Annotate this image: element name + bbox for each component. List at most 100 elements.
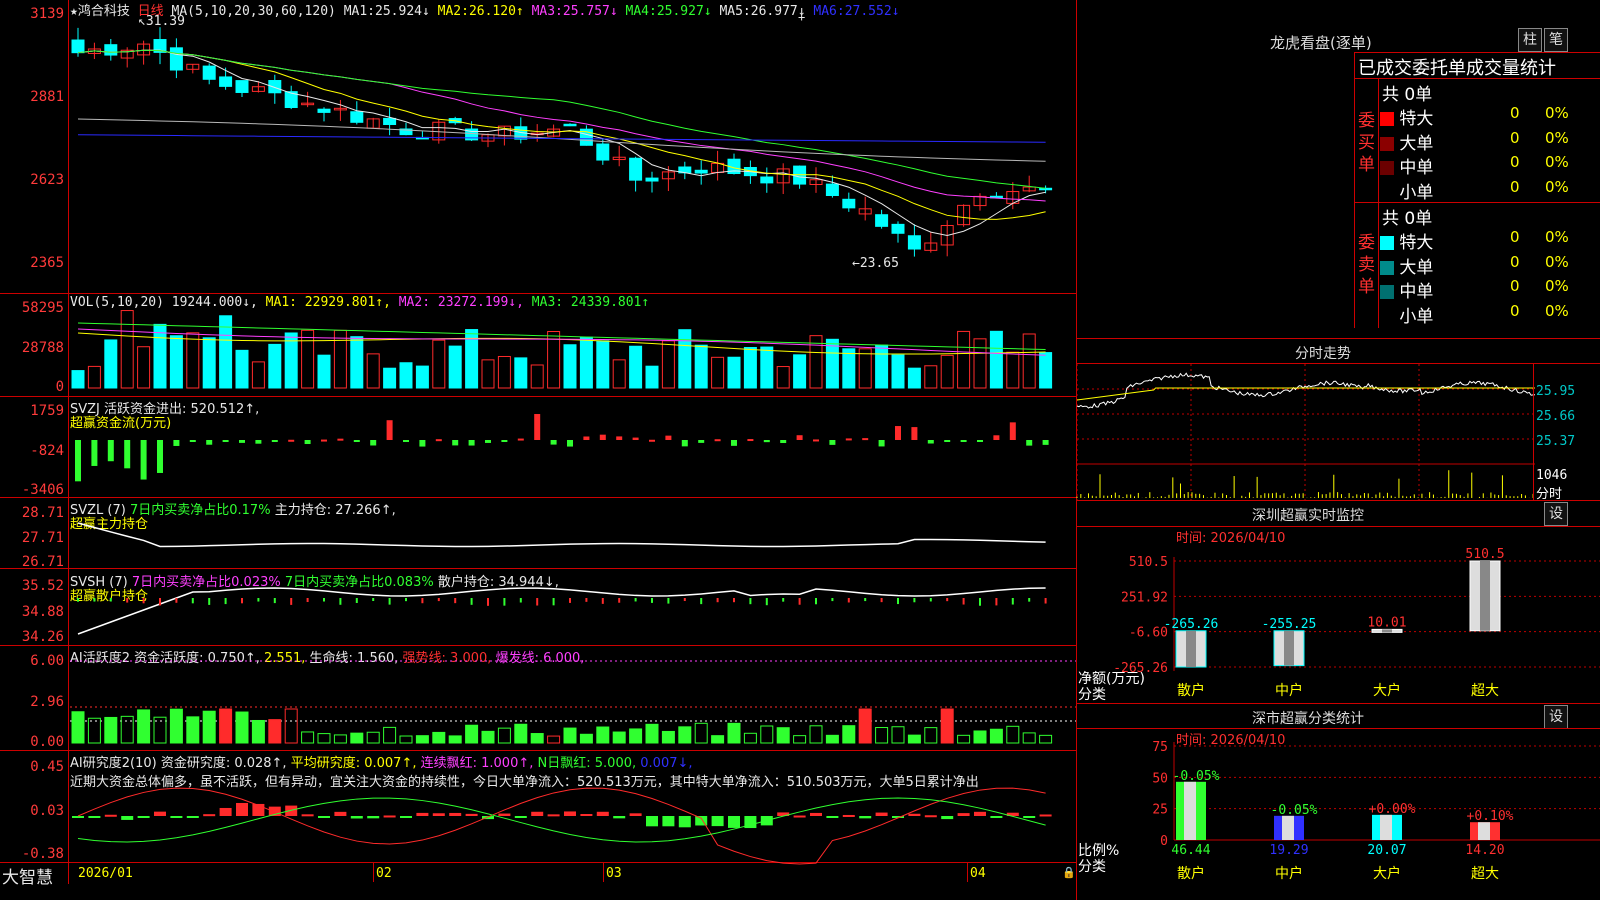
fenshi-vol-tick: 1046: [1536, 468, 1568, 483]
ai-activity-chart[interactable]: [0, 645, 1076, 750]
flow-bar: [763, 440, 770, 443]
class-settings-button[interactable]: 设: [1544, 705, 1568, 729]
volume-bar: [317, 354, 331, 389]
retail-position-line: [77, 587, 1046, 635]
activity-bar: [940, 708, 954, 744]
research-bar: [498, 813, 511, 816]
flow-bar: [649, 439, 655, 442]
volume-bar: [940, 354, 954, 389]
activity-bar: [579, 733, 593, 744]
activity-bar: [793, 735, 807, 744]
activity-bar: [481, 730, 495, 744]
candle-body: [825, 183, 839, 197]
activity-bar: [186, 716, 200, 744]
panel-divider: [1076, 500, 1600, 501]
flow-bar: [304, 440, 311, 445]
retail-tick: [241, 598, 243, 604]
x-tick: [603, 862, 604, 882]
class-change-label: +0.00%: [1369, 802, 1416, 817]
x-label: 02: [376, 866, 392, 881]
volume-bar: [924, 365, 938, 389]
retail-tick: [716, 598, 719, 603]
flow-bar: [337, 438, 344, 441]
order-count: 0: [1510, 228, 1520, 246]
retail-position-chart[interactable]: [0, 568, 1076, 645]
monitor-value-label: -255.25: [1262, 617, 1317, 632]
activity-bar: [202, 710, 216, 744]
capital-flow-chart[interactable]: [0, 396, 1076, 497]
volume-bar: [104, 339, 118, 389]
research-bar: [350, 816, 363, 819]
monitor-value-label: 510.5: [1465, 547, 1504, 562]
ai-research-chart[interactable]: [0, 750, 1076, 865]
volume-bar: [612, 359, 626, 389]
activity-bar: [120, 715, 134, 744]
activity-bar: [809, 725, 823, 744]
volume-bar: [333, 329, 347, 389]
volume-bar: [186, 332, 200, 389]
x-label: 2026/01: [78, 866, 133, 881]
lhb-header: 已成交委托单成交量统计: [1358, 58, 1556, 79]
candle-body: [169, 47, 183, 71]
order-pct: 0%: [1545, 177, 1569, 196]
flow-bar: [829, 440, 836, 445]
candle-body: [350, 111, 364, 123]
class-value-label: 19.29: [1269, 843, 1308, 858]
tick-mode-button[interactable]: 笔: [1544, 28, 1568, 52]
flow-bar: [403, 440, 409, 442]
color-swatch: [1380, 185, 1394, 200]
research-bar: [547, 814, 560, 817]
volume-chart[interactable]: [0, 293, 1076, 396]
bar-mode-button[interactable]: 柱: [1518, 28, 1542, 52]
monitor-y-tick: 251.92: [1121, 590, 1168, 605]
intraday-chart[interactable]: [1076, 364, 1536, 500]
retail-tick: [913, 598, 916, 603]
order-count: 0: [1510, 277, 1520, 295]
research-bar: [1023, 816, 1036, 818]
candle-body: [1039, 187, 1053, 191]
order-type: 小单: [1399, 182, 1434, 203]
volume-bar: [825, 338, 839, 389]
fenshi-axis: [1533, 364, 1534, 500]
activity-bar: [957, 734, 971, 744]
volume-bar: [1022, 333, 1036, 389]
main-position-chart[interactable]: [0, 497, 1076, 568]
retail-tick: [142, 598, 145, 604]
research-bar: [285, 805, 298, 816]
activity-bar: [678, 726, 692, 744]
retail-tick: [290, 598, 293, 605]
sz-class-chart[interactable]: 75 50 25 0 -0.05% 46.44 散户 -0.05% 19.29 中户 +0.00% 2…: [1076, 728, 1600, 900]
volume-bar: [169, 335, 183, 389]
flow-bar: [911, 427, 918, 440]
retail-tick: [372, 598, 375, 602]
candle-body: [317, 108, 331, 113]
class-category: 超大: [1471, 866, 1499, 882]
research-bar: [88, 816, 101, 818]
retail-tick: [323, 598, 325, 602]
order-count: 0: [1510, 128, 1520, 147]
activity-bar: [612, 731, 626, 744]
volume-bar: [366, 353, 380, 389]
flow-bar: [960, 440, 967, 442]
research-bar: [646, 816, 658, 827]
color-swatch: [1380, 236, 1394, 250]
order-pct: 0%: [1545, 252, 1569, 271]
retail-tick: [109, 598, 112, 602]
retail-tick: [339, 598, 342, 605]
research-bar: [236, 802, 248, 816]
monitor-settings-button[interactable]: 设: [1544, 502, 1568, 526]
retail-tick: [191, 598, 194, 604]
flow-bar: [353, 440, 360, 442]
volume-bar: [678, 329, 692, 389]
research-bar: [186, 816, 199, 818]
flow-bar: [813, 439, 819, 442]
candlestick-chart[interactable]: [0, 0, 1076, 293]
research-bar: [711, 816, 724, 827]
flow-bar: [517, 438, 524, 441]
activity-bar: [645, 723, 659, 744]
retail-tick: [1028, 598, 1031, 602]
fenshi-y-tick: 25.66: [1536, 409, 1576, 424]
lock-icon[interactable]: 🔒: [1062, 866, 1076, 879]
sz-monitor-chart[interactable]: 510.5251.92-6.60-265.26-265.26散户-255.25中…: [1076, 527, 1600, 703]
order-row: 中单 0 0%: [1380, 153, 1600, 178]
